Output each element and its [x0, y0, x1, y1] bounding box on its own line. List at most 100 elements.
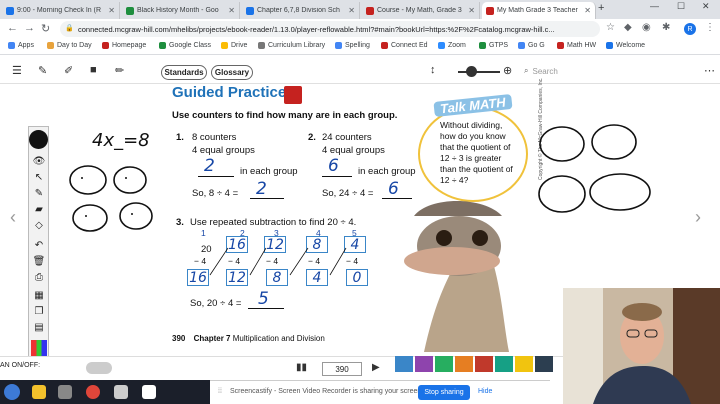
tab-black-history[interactable]: Black History Month - Goo ✕: [122, 2, 240, 19]
worksheet-icon[interactable]: [475, 356, 493, 372]
webcam-person-image: [563, 288, 720, 404]
minimize-icon[interactable]: —: [650, 1, 659, 11]
reload-icon[interactable]: ↻: [41, 22, 50, 35]
pen-icon[interactable]: ✎: [31, 188, 47, 199]
chrome-icon[interactable]: [86, 385, 100, 399]
highlighter-icon[interactable]: ✐: [64, 64, 73, 77]
bookmark-homepage[interactable]: Homepage: [102, 42, 146, 49]
close-icon[interactable]: ✕: [225, 6, 235, 15]
bookmark-gtps[interactable]: GTPS: [479, 42, 508, 49]
marker-icon[interactable]: ✏: [115, 64, 124, 77]
eye-icon[interactable]: 👁: [31, 156, 47, 167]
screencastify-message: Screencastify - Screen Video Recorder is…: [230, 388, 424, 395]
palette-logo-icon[interactable]: [29, 130, 48, 149]
maximize-icon[interactable]: ☐: [677, 1, 685, 12]
close-icon[interactable]: ✕: [345, 6, 355, 15]
clipboard-icon[interactable]: ▤: [31, 322, 47, 333]
tab-my-math-teacher[interactable]: My Math Grade 3 Teacher ✕: [482, 2, 596, 19]
check-icon[interactable]: [455, 356, 473, 372]
next-page-icon[interactable]: ›: [695, 207, 701, 228]
close-icon[interactable]: ✕: [105, 6, 115, 15]
glossary-button[interactable]: Glossary: [211, 65, 253, 80]
resize-icon[interactable]: ↕: [430, 64, 436, 76]
eraser-icon[interactable]: ◇: [31, 220, 47, 231]
menu-dots-icon[interactable]: ⋮: [705, 22, 715, 33]
screenshot-icon[interactable]: ⎙: [31, 272, 47, 283]
bookmark-icon[interactable]: ■: [90, 64, 97, 76]
bookmark-math-hw[interactable]: Math HW: [557, 42, 596, 49]
search-input[interactable]: ⌕ Search: [524, 64, 684, 78]
forward-icon[interactable]: →: [24, 22, 35, 34]
extension-icon[interactable]: ◉: [642, 22, 651, 33]
trash-icon[interactable]: 🗑: [31, 256, 47, 267]
close-window-icon[interactable]: ✕: [702, 1, 710, 12]
app-icon[interactable]: [114, 385, 128, 399]
url-input[interactable]: connected.mcgraw-hill.com/mhelibs/projec…: [60, 21, 600, 37]
bookmark-google-class[interactable]: Google Class: [159, 42, 211, 49]
new-tab-button[interactable]: +: [598, 2, 604, 14]
bookmark-favicon-icon: [102, 42, 109, 49]
extension-icon[interactable]: ◆: [624, 22, 632, 33]
menu-list-icon[interactable]: ☰: [12, 64, 22, 77]
bookmark-welcome[interactable]: Welcome: [606, 42, 645, 49]
more-icon[interactable]: ⋯: [704, 64, 715, 77]
prev-page-icon[interactable]: ‹: [10, 207, 16, 228]
start-icon[interactable]: [4, 384, 20, 400]
drive-icon: [221, 42, 228, 49]
bookmark-day-to-day[interactable]: Day to Day: [47, 42, 92, 49]
answer-toggle[interactable]: [86, 362, 112, 374]
people-icon[interactable]: [495, 356, 513, 372]
bookmark-favicon-icon: [557, 42, 564, 49]
pencil-icon[interactable]: ✎: [38, 64, 47, 77]
profile-avatar[interactable]: R: [684, 23, 696, 35]
tools-icon[interactable]: [535, 356, 553, 372]
close-icon[interactable]: ✕: [465, 6, 475, 15]
copy-icon[interactable]: ❐: [31, 306, 47, 317]
undo-icon[interactable]: ↶: [31, 240, 47, 251]
two-page-view-icon[interactable]: ▮▮: [296, 362, 307, 373]
problem-2-number: 2.: [308, 132, 316, 143]
star-icon[interactable]: ☆: [606, 22, 615, 33]
app-icon[interactable]: [142, 385, 156, 399]
tab-favicon-icon: [246, 6, 254, 15]
back-icon[interactable]: ←: [7, 22, 18, 34]
handwritten-groups: [538, 124, 651, 213]
tab-course-my-math[interactable]: Course - My Math, Grade 3 ✕: [362, 2, 480, 19]
extensions-puzzle-icon[interactable]: ✱: [662, 22, 670, 33]
folder-icon[interactable]: [515, 356, 533, 372]
grid-icon[interactable]: ▦: [31, 290, 47, 301]
arrow-line: [329, 247, 347, 276]
bookmark-favicon-icon: [518, 42, 525, 49]
hide-button[interactable]: Hide: [478, 388, 492, 395]
page-number-input[interactable]: 390: [322, 362, 362, 376]
video-icon[interactable]: [395, 356, 413, 372]
next-page-arrow-icon[interactable]: ▶: [372, 362, 380, 373]
games-icon[interactable]: [435, 356, 453, 372]
bookmark-drive[interactable]: Drive: [221, 42, 247, 49]
bookmark-zoom[interactable]: Zoom: [438, 42, 466, 49]
app-icon[interactable]: [58, 385, 72, 399]
ostrich-illustration: [404, 201, 509, 352]
bookmark-spelling[interactable]: Spelling: [335, 42, 370, 49]
file-explorer-icon[interactable]: [32, 385, 46, 399]
lock-icon[interactable]: 🔒: [65, 24, 74, 32]
zoom-slider-handle[interactable]: [466, 66, 477, 77]
page-heading: Guided Practice: [172, 84, 287, 101]
drag-handle-icon[interactable]: ⁞⁞: [218, 388, 222, 395]
stop-sharing-button[interactable]: Stop sharing: [418, 385, 470, 400]
bookmark-apps[interactable]: Apps: [8, 42, 34, 49]
bookmark-go-g[interactable]: Go G: [518, 42, 545, 49]
zoom-in-icon[interactable]: ⊕: [503, 64, 512, 77]
tab-morning-check-in[interactable]: 9:00 - Morning Check In (R ✕: [2, 2, 120, 19]
close-icon[interactable]: ✕: [581, 6, 591, 15]
zoom-slider[interactable]: [458, 71, 500, 73]
bookmark-curriculum-library[interactable]: Curriculum Library: [258, 42, 325, 49]
search-icon: ⌕: [524, 66, 529, 75]
highlighter-icon[interactable]: ▰: [31, 204, 47, 215]
chat-icon[interactable]: [415, 356, 433, 372]
cursor-icon[interactable]: ↖: [31, 172, 47, 183]
bookmark-connect-ed[interactable]: Connect Ed: [381, 42, 428, 49]
handwritten-annotations: 4x_=8: [69, 130, 153, 232]
tab-division-schedule[interactable]: Chapter 6,7,8 Division Sch ✕: [242, 2, 360, 19]
standards-button[interactable]: Standards: [161, 65, 207, 80]
